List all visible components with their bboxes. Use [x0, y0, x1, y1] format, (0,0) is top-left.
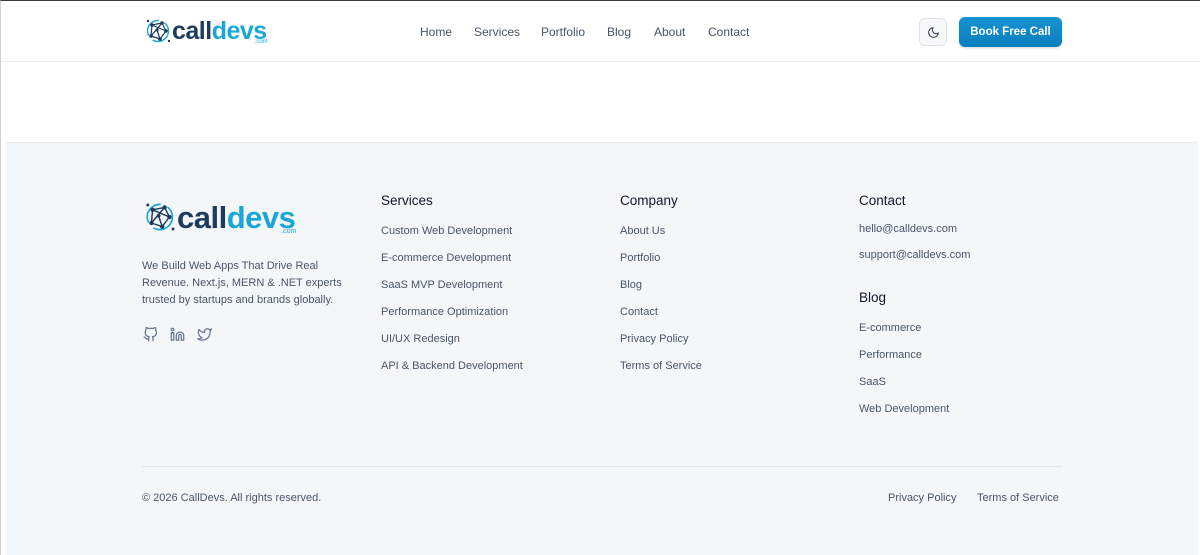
network-globe-icon [146, 203, 175, 231]
services-link[interactable]: API & Backend Development [381, 360, 523, 372]
services-heading: Services [381, 193, 433, 208]
services-link[interactable]: E-commerce Development [381, 252, 511, 264]
github-icon [143, 326, 157, 341]
nav-contact[interactable]: Contact [708, 25, 749, 39]
nav-blog[interactable]: Blog [607, 25, 631, 39]
footer-logo[interactable]: calldevs .com [143, 197, 297, 237]
company-link[interactable]: Privacy Policy [620, 333, 688, 345]
nav-services[interactable]: Services [474, 25, 520, 39]
copyright-text: © 2026 CallDevs. All rights reserved. [142, 492, 322, 504]
company-link[interactable]: Terms of Service [620, 360, 702, 372]
services-link[interactable]: Custom Web Development [381, 225, 512, 237]
linkedin-icon [170, 327, 184, 341]
nav-portfolio[interactable]: Portfolio [541, 25, 585, 39]
company-heading: Company [620, 193, 678, 208]
services-link[interactable]: Performance Optimization [381, 306, 508, 318]
twitter-link[interactable] [196, 326, 212, 342]
blog-link[interactable]: Web Development [859, 403, 949, 415]
blog-heading: Blog [859, 290, 887, 305]
logo-wordmark: calldevs .com [172, 16, 268, 45]
book-free-call-button[interactable]: Book Free Call [959, 17, 1062, 47]
theme-toggle-button[interactable] [919, 18, 947, 46]
terms-of-service-link[interactable]: Terms of Service [977, 492, 1059, 504]
company-link[interactable]: Portfolio [620, 252, 660, 264]
contact-heading: Contact [859, 193, 906, 208]
contact-email-link[interactable]: hello@calldevs.com [859, 223, 957, 235]
services-link[interactable]: SaaS MVP Development [381, 279, 502, 291]
services-link[interactable]: UI/UX Redesign [381, 333, 460, 345]
logo-wordmark: calldevs .com [177, 199, 297, 235]
twitter-icon [196, 327, 212, 341]
moon-icon [927, 26, 939, 38]
blog-link[interactable]: SaaS [859, 376, 886, 388]
linkedin-link[interactable] [169, 326, 185, 342]
footer-tagline: We Build Web Apps That Drive Real Revenu… [142, 260, 342, 306]
github-link[interactable] [142, 326, 158, 342]
company-link[interactable]: Blog [620, 279, 642, 291]
blog-link[interactable]: Performance [859, 349, 922, 361]
blog-link[interactable]: E-commerce [859, 322, 921, 334]
header-logo[interactable]: calldevs .com [144, 15, 268, 47]
footer-divider [142, 466, 1062, 467]
network-globe-icon [146, 19, 171, 43]
contact-email-link[interactable]: support@calldevs.com [859, 249, 970, 261]
privacy-policy-link[interactable]: Privacy Policy [888, 492, 956, 504]
site-header: calldevs .com Home Services Portfolio Blo… [1, 1, 1200, 62]
nav-about[interactable]: About [654, 25, 685, 39]
company-link[interactable]: Contact [620, 306, 658, 318]
nav-home[interactable]: Home [420, 25, 452, 39]
company-link[interactable]: About Us [620, 225, 665, 237]
